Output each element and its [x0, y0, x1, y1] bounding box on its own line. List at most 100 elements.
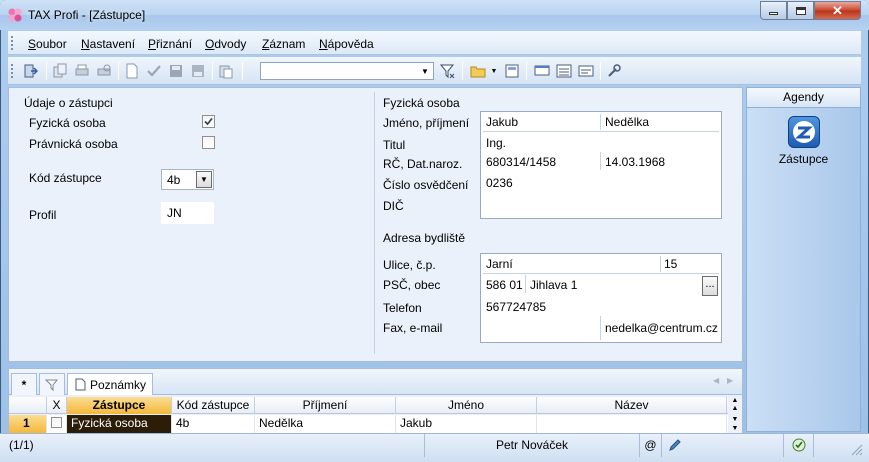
titul-input[interactable]: Ing. [486, 136, 506, 150]
column-header-zastupce[interactable]: Zástupce [67, 397, 172, 414]
checkmark-icon [204, 117, 213, 126]
settings-icon[interactable] [606, 63, 622, 79]
menu-grip[interactable] [11, 36, 14, 50]
tab-poznamky[interactable]: Poznámky [67, 373, 153, 395]
print-icon[interactable] [74, 63, 90, 79]
save-icon[interactable] [168, 63, 184, 79]
window-title: TAX Profi - [Zástupce] [28, 8, 146, 22]
close-icon: ✕ [832, 2, 843, 18]
menu-zaznam[interactable]: Záznam [262, 37, 305, 51]
tab-scroll-right-icon[interactable]: ▶ [727, 376, 733, 385]
calculator-icon[interactable] [504, 63, 520, 79]
cell-nazev[interactable] [537, 415, 727, 433]
ulice-input[interactable]: Jarní [486, 257, 513, 271]
cell-jmeno[interactable]: Jakub [396, 415, 537, 433]
agenda-header: Agendy [747, 88, 860, 108]
row-checkbox[interactable] [51, 417, 62, 428]
print-preview-icon[interactable] [96, 63, 112, 79]
cell-kod[interactable]: 4b [172, 415, 255, 433]
row-x-cell[interactable] [47, 415, 67, 433]
cell-zastupce[interactable]: Fyzická osoba [67, 415, 172, 433]
ulice-label: Ulice, č.p. [383, 258, 436, 272]
group-title-adresa: Adresa bydliště [383, 231, 466, 245]
group-title-zastupce: Údaje o zástupci [24, 96, 113, 110]
profil-input[interactable]: JN [161, 202, 214, 224]
status-bar: (1/1) Petr Nováček @ [0, 433, 869, 462]
title-bar[interactable]: TAX Profi - [Zástupce] ✕ [0, 0, 869, 30]
paste-icon[interactable] [218, 63, 234, 79]
status-at: @ [640, 434, 662, 457]
report-icon[interactable] [578, 63, 594, 79]
email-input[interactable]: nedelka@centrum.cz [605, 321, 718, 335]
chevron-down-icon[interactable]: ▼ [196, 171, 212, 188]
tab-new-record[interactable]: * [11, 373, 37, 395]
agenda-item-zastupce[interactable]: Zástupce [747, 152, 860, 166]
dic-label: DIČ [383, 199, 404, 213]
person-fields-box: Jakub Nedělka Ing. 680314/1458 14.03.196… [480, 111, 722, 219]
column-header-nazev[interactable]: Název [537, 397, 727, 414]
folder-dropdown-icon[interactable]: ▼ [486, 63, 502, 79]
new-icon[interactable] [124, 63, 140, 79]
telefon-input[interactable]: 567724785 [486, 300, 546, 314]
agenda-panel: Agendy Zástupce [746, 87, 861, 432]
cislo-osvedceni-input[interactable]: 0236 [486, 176, 513, 190]
status-edit-icon [662, 434, 784, 457]
obec-input[interactable]: Jihlava 1 [530, 278, 577, 292]
tab-scroll-left-icon[interactable]: ◀ [713, 376, 719, 385]
tab-filter[interactable] [39, 373, 65, 395]
menu-napoveda[interactable]: Nápověda [319, 37, 374, 51]
maximize-button[interactable] [787, 1, 814, 20]
menu-soubor[interactable]: Soubor [28, 37, 67, 51]
prijmeni-input[interactable]: Nedělka [605, 115, 649, 129]
grid-corner [9, 397, 47, 414]
toolbar-grip[interactable] [11, 64, 14, 78]
folder-icon[interactable] [470, 63, 486, 79]
psc-input[interactable]: 586 01 [486, 278, 523, 292]
cislo-popisne-input[interactable]: 15 [664, 257, 677, 271]
menu-odvody[interactable]: Odvody [205, 37, 246, 51]
scroll-down-icon[interactable]: ▼ ▼ [728, 415, 742, 433]
cell-prijmeni[interactable]: Nedělka [255, 415, 396, 433]
filter-icon[interactable] [440, 63, 456, 79]
resize-grip[interactable] [849, 442, 863, 456]
fyzicka-osoba-checkbox[interactable] [202, 115, 215, 128]
kod-zastupce-value: 4b [167, 173, 181, 187]
ellipsis-icon: ... [705, 278, 715, 290]
menu-priznani[interactable]: Přiznání [148, 37, 192, 51]
profil-value: JN [167, 206, 182, 220]
psc-obec-label: PSČ, obec [383, 278, 441, 292]
copy-icon[interactable] [52, 63, 68, 79]
kod-zastupce-select[interactable]: 4b ▼ [161, 169, 214, 190]
pravnicka-osoba-label: Právnická osoba [29, 137, 118, 151]
telefon-label: Telefon [383, 301, 422, 315]
fyzicka-osoba-label: Fyzická osoba [29, 116, 106, 130]
rc-input[interactable]: 680314/1458 [486, 155, 556, 169]
toolbar: ▼ ▼ [8, 57, 861, 85]
datum-narozeni-input[interactable]: 14.03.1968 [605, 155, 665, 169]
scroll-up-icon[interactable]: ▲ ▲ [728, 397, 742, 414]
save-as-icon[interactable] [190, 63, 206, 79]
check-icon[interactable] [146, 63, 162, 79]
chevron-down-icon[interactable]: ▼ [418, 64, 432, 78]
jmeno-input[interactable]: Jakub [486, 115, 518, 129]
obec-browse-button[interactable]: ... [702, 276, 718, 296]
form-icon[interactable] [534, 63, 550, 79]
column-header-x[interactable]: X [47, 397, 67, 414]
toolbar-combo[interactable]: ▼ [260, 62, 434, 80]
rc-datnaroz-label: RČ, Dat.naroz. [383, 157, 463, 171]
column-header-kod[interactable]: Kód zástupce [172, 397, 255, 414]
status-user: Petr Nováček [425, 434, 640, 457]
tab-strip: * Poznámky ◀ ▶ [9, 369, 742, 395]
minimize-button[interactable] [760, 1, 787, 20]
list-icon[interactable] [556, 63, 572, 79]
table-row[interactable]: 1 Fyzická osoba 4b Nedělka Jakub ▼ ▼ [9, 415, 742, 433]
pravnicka-osoba-checkbox[interactable] [202, 136, 215, 149]
zastupce-agenda-icon[interactable] [788, 116, 820, 148]
column-header-prijmeni[interactable]: Příjmení [255, 397, 396, 414]
exit-icon[interactable] [22, 63, 38, 79]
menu-nastaveni[interactable]: Nastavení [81, 37, 135, 51]
column-header-jmeno[interactable]: Jméno [396, 397, 537, 414]
close-button[interactable]: ✕ [814, 1, 861, 20]
row-number[interactable]: 1 [9, 415, 47, 433]
filter-icon [45, 379, 59, 391]
